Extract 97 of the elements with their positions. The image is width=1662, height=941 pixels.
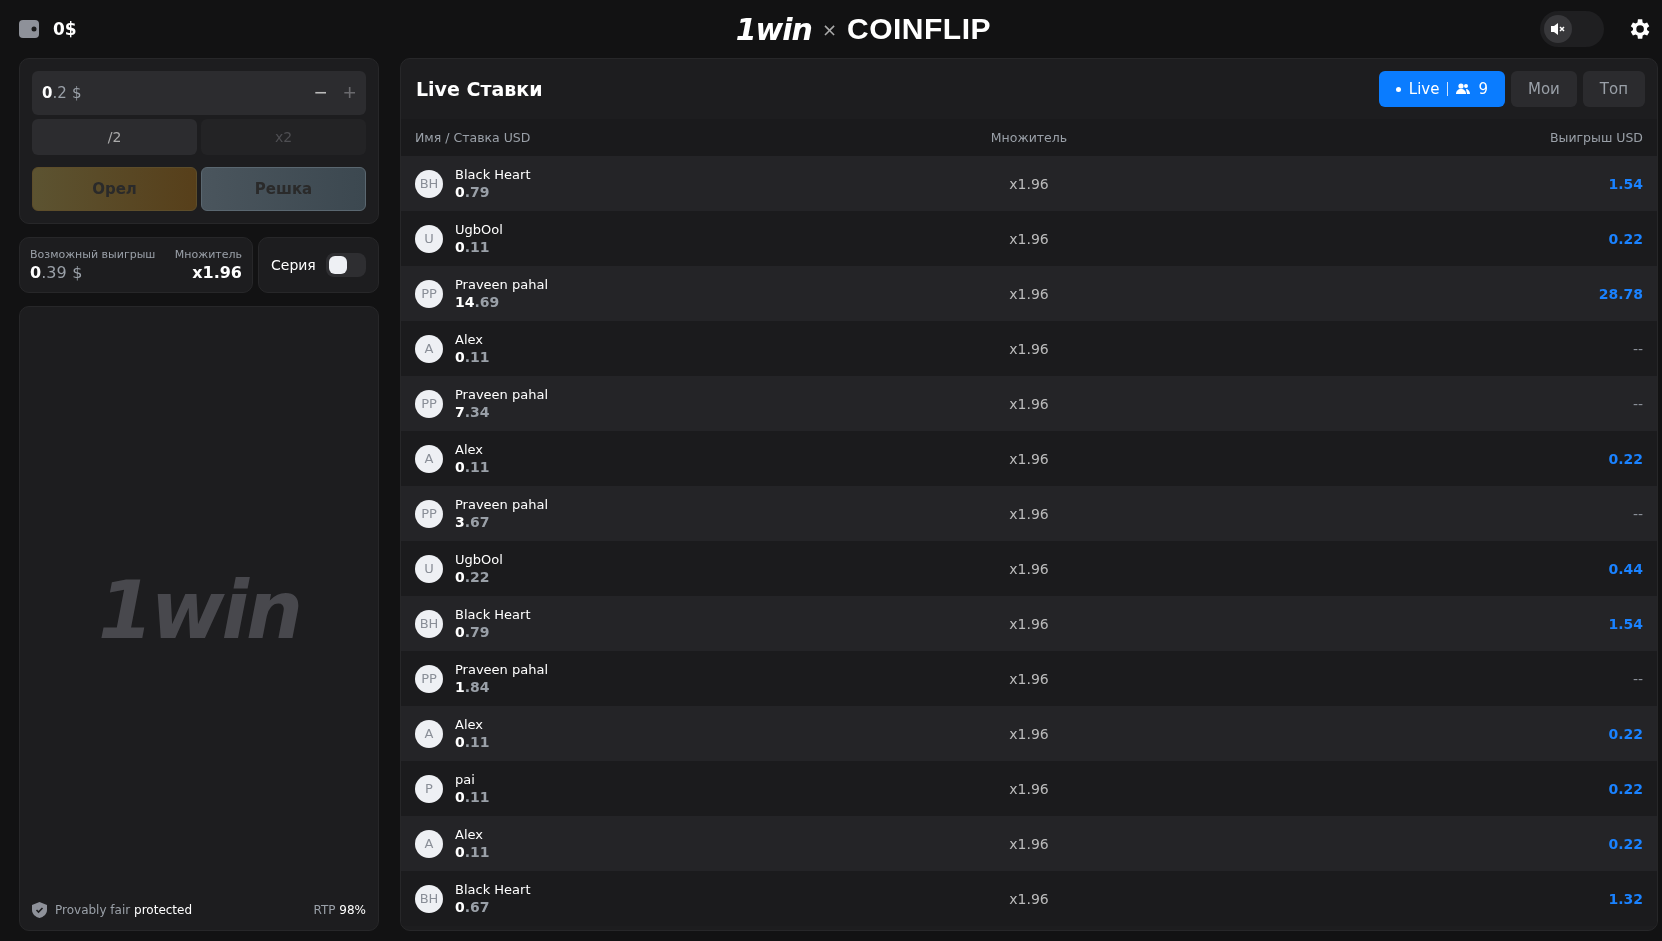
multiplier-cell-text: x1.96 <box>1008 615 1050 632</box>
multiplier-cell-text: x1.96 <box>1008 285 1050 302</box>
muted-speaker-icon <box>1550 22 1566 36</box>
series-label: Серия <box>271 257 316 273</box>
win-amount: 1.54 <box>1607 175 1643 192</box>
possible-win-value: 0.39 $ <box>30 263 83 282</box>
brand-logo: 1win <box>735 11 812 47</box>
avatar: BH <box>415 609 443 638</box>
stake-amount: 0.79 <box>455 184 490 200</box>
avatar: PP <box>415 389 443 418</box>
multiplier-cell-text: x1.96 <box>1008 890 1050 907</box>
bet-amount-field[interactable]: 0.2 $ − + <box>32 71 366 115</box>
column-header: Выигрыш USD <box>1548 130 1643 145</box>
possible-win-label: Возможный выигрыш <box>30 248 156 261</box>
player-name: Alex <box>455 332 483 347</box>
multiplier-cell-text: x1.96 <box>1008 450 1050 467</box>
column-header: Множитель <box>989 130 1069 145</box>
multiplier-cell-text: x1.96 <box>1008 505 1050 522</box>
multiplier-value: x1.96 <box>192 263 242 282</box>
win-amount: 0.44 <box>1607 560 1643 577</box>
player-name: Black Heart <box>455 607 531 622</box>
stake-amount: 0.11 <box>455 349 490 365</box>
rtp-text: RTP 98% <box>313 903 366 917</box>
multiplier-cell-text: x1.96 <box>1008 725 1050 742</box>
win-amount: 1.32 <box>1607 890 1643 907</box>
game-logo: COINFLIP <box>847 12 991 46</box>
win-amount: 0.22 <box>1607 450 1643 467</box>
avatar: PP <box>415 279 443 308</box>
multiplier-cell-text: x1.96 <box>1008 835 1050 852</box>
multiplier-cell-text: x1.96 <box>1008 340 1050 357</box>
multiplier-label: Множитель <box>174 248 242 261</box>
player-name: Praveen pahal <box>455 662 549 677</box>
win-amount: 0.22 <box>1607 725 1643 742</box>
stake-amount: 1.84 <box>455 679 490 695</box>
player-name: Alex <box>455 442 483 457</box>
avatar: U <box>415 554 443 583</box>
win-amount: -- <box>1631 340 1643 357</box>
avatar: PP <box>415 664 443 693</box>
win-amount: 28.78 <box>1597 285 1643 302</box>
stake-amount: 0.22 <box>455 569 490 585</box>
column-header: Имя / Ставка USD <box>415 130 532 145</box>
multiplier-cell-text: x1.96 <box>1008 175 1050 192</box>
balance: 0$ <box>53 19 77 39</box>
avatar: U <box>415 224 443 253</box>
avatar: P <box>415 774 443 803</box>
avatar: BH <box>415 884 443 913</box>
stake-amount: 0.11 <box>455 459 490 475</box>
player-name: UgbOol <box>455 222 503 237</box>
decrease-button[interactable]: − <box>314 80 328 106</box>
stake-amount: 0.11 <box>455 789 490 805</box>
sound-toggle[interactable] <box>1540 11 1604 47</box>
avatar: A <box>415 719 443 748</box>
avatar: PP <box>415 499 443 528</box>
multiplier-cell-text: x1.96 <box>1008 395 1050 412</box>
player-name: Black Heart <box>455 882 531 897</box>
panel-title: Live Ставки <box>416 78 543 100</box>
win-amount: 0.22 <box>1607 835 1643 852</box>
stake-amount: 0.11 <box>455 734 490 750</box>
series-switch[interactable] <box>326 253 366 277</box>
multiplier-cell-text: x1.96 <box>1008 670 1050 687</box>
bet-multiplier-button[interactable]: /2 <box>32 119 197 155</box>
stake-amount: 14.69 <box>455 294 500 310</box>
avatar: A <box>415 334 443 363</box>
win-amount: -- <box>1631 505 1643 522</box>
shield-icon <box>32 902 47 918</box>
avatar: BH <box>415 169 443 198</box>
stake-amount: 0.11 <box>455 844 490 860</box>
player-name: Black Heart <box>455 167 531 182</box>
multiplier-cell-text: x1.96 <box>1008 230 1050 247</box>
filter-tab[interactable]: Топ <box>1582 71 1645 107</box>
multiplier-cell-text: x1.96 <box>1008 780 1050 797</box>
users-icon <box>1456 83 1471 95</box>
player-name: Alex <box>455 717 483 732</box>
provably-fair-text: Provably fair protected <box>55 903 193 917</box>
logo-separator: × <box>821 18 837 40</box>
win-amount: -- <box>1631 670 1643 687</box>
stake-amount: 0.79 <box>455 624 490 640</box>
player-name: Praveen pahal <box>455 497 549 512</box>
player-name: Praveen pahal <box>455 387 549 402</box>
player-name: Praveen pahal <box>455 277 549 292</box>
filter-tab[interactable]: Live 9 <box>1378 71 1505 107</box>
stake-amount: 0.11 <box>455 239 490 255</box>
multiplier-cell-text: x1.96 <box>1008 560 1050 577</box>
stake-amount: 3.67 <box>455 514 490 530</box>
avatar: A <box>415 444 443 473</box>
player-name: Alex <box>455 827 483 842</box>
wallet-icon <box>19 19 41 39</box>
stake-amount: 0.67 <box>455 899 490 915</box>
win-amount: 0.22 <box>1607 230 1643 247</box>
win-amount: -- <box>1631 395 1643 412</box>
win-amount: 0.22 <box>1607 780 1643 797</box>
player-name: UgbOol <box>455 552 503 567</box>
stake-amount: 7.34 <box>455 404 490 420</box>
player-name: pai <box>455 772 475 787</box>
filter-tab[interactable]: Мои <box>1510 71 1577 107</box>
win-amount: 1.54 <box>1607 615 1643 632</box>
avatar: A <box>415 829 443 858</box>
